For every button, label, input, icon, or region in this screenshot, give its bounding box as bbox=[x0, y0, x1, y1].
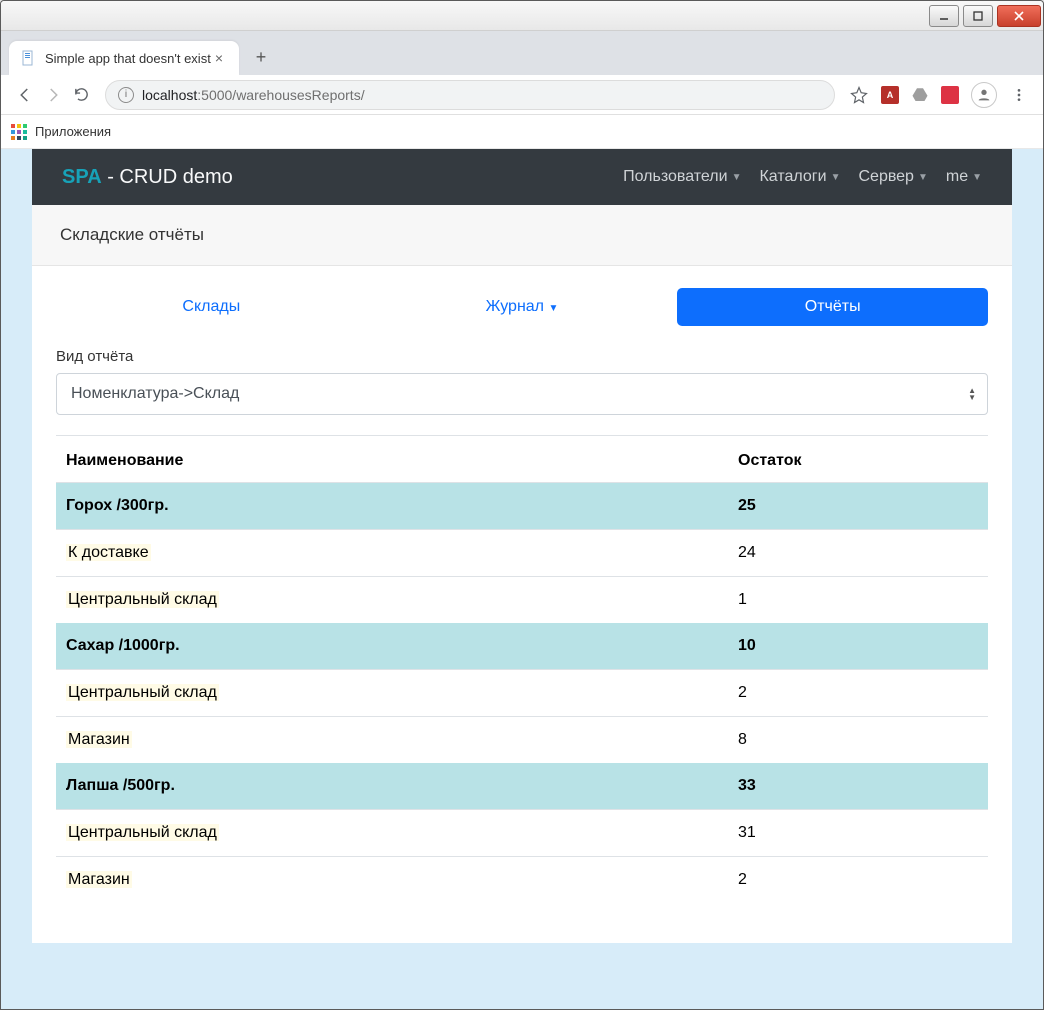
extension-red-icon[interactable] bbox=[941, 86, 959, 104]
reload-button[interactable] bbox=[67, 81, 95, 109]
report-type-select-wrap: Номенклатура->Склад ▲▼ bbox=[56, 373, 988, 415]
table-group-row: Горох /300гр.25 bbox=[56, 483, 988, 530]
app-brand[interactable]: SPA - CRUD demo bbox=[62, 166, 233, 189]
window-maximize-button[interactable] bbox=[963, 5, 993, 27]
browser-tab[interactable]: Simple app that doesn't exist × bbox=[9, 41, 239, 75]
profile-avatar-icon[interactable] bbox=[971, 82, 997, 108]
row-name: Магазин bbox=[56, 717, 728, 764]
nav-users-label: Пользователи bbox=[623, 168, 727, 186]
window-close-button[interactable] bbox=[997, 5, 1041, 27]
group-total: 10 bbox=[728, 623, 988, 670]
navbar-menu: Пользователи ▼ Каталоги ▼ Сервер ▼ me ▼ bbox=[623, 168, 982, 186]
nav-user-label: me bbox=[946, 168, 968, 186]
group-name: Сахар /1000гр. bbox=[56, 623, 728, 670]
report-type-select[interactable]: Номенклатура->Склад bbox=[56, 373, 988, 415]
divider bbox=[56, 435, 988, 436]
tab-favicon bbox=[21, 50, 37, 66]
group-total: 25 bbox=[728, 483, 988, 530]
apps-grid-icon bbox=[11, 124, 27, 140]
row-name: Магазин bbox=[56, 857, 728, 904]
brand-spa: SPA bbox=[62, 166, 102, 188]
window-minimize-button[interactable] bbox=[929, 5, 959, 27]
chevron-down-icon: ▼ bbox=[732, 172, 742, 183]
row-qty: 31 bbox=[728, 810, 988, 857]
window-titlebar bbox=[1, 1, 1043, 31]
nav-catalogs-label: Каталоги bbox=[759, 168, 826, 186]
nav-user-dropdown[interactable]: me ▼ bbox=[946, 168, 982, 186]
table-row: Центральный склад1 bbox=[56, 577, 988, 624]
group-total: 33 bbox=[728, 763, 988, 810]
browser-tab-strip: Simple app that doesn't exist × + bbox=[1, 31, 1043, 75]
col-qty-header: Остаток bbox=[728, 440, 988, 483]
chevron-down-icon: ▼ bbox=[972, 172, 982, 183]
row-name: Центральный склад bbox=[56, 670, 728, 717]
row-qty: 1 bbox=[728, 577, 988, 624]
tab-reports-label: Отчёты bbox=[805, 298, 861, 315]
report-type-label: Вид отчёта bbox=[56, 348, 988, 365]
tab-reports[interactable]: Отчёты bbox=[677, 288, 988, 326]
table-row: Магазин2 bbox=[56, 857, 988, 904]
apps-shortcut[interactable]: Приложения bbox=[11, 124, 111, 140]
tab-close-icon[interactable]: × bbox=[211, 50, 227, 66]
nav-catalogs-dropdown[interactable]: Каталоги ▼ bbox=[759, 168, 840, 186]
card-body: Склады Журнал ▼ Отчёты Вид отчёта Номенк… bbox=[32, 266, 1012, 943]
card-header: Складские отчёты bbox=[32, 205, 1012, 266]
bookmark-star-icon[interactable] bbox=[849, 85, 869, 105]
table-group-row: Сахар /1000гр.10 bbox=[56, 623, 988, 670]
report-type-value: Номенклатура->Склад bbox=[71, 385, 239, 403]
chevron-down-icon: ▼ bbox=[918, 172, 928, 183]
row-name: Центральный склад bbox=[56, 810, 728, 857]
group-name: Горох /300гр. bbox=[56, 483, 728, 530]
tab-warehouses[interactable]: Склады bbox=[56, 288, 367, 326]
extension-pdf-icon[interactable]: A bbox=[881, 86, 899, 104]
table-row: Магазин8 bbox=[56, 717, 988, 764]
window-frame: Simple app that doesn't exist × + i loca… bbox=[0, 0, 1044, 1010]
row-name: К доставке bbox=[56, 530, 728, 577]
page-viewport: SPA - CRUD demo Пользователи ▼ Каталоги ▼ … bbox=[1, 149, 1043, 1009]
back-button[interactable] bbox=[11, 81, 39, 109]
nav-server-label: Сервер bbox=[858, 168, 913, 186]
nav-users-dropdown[interactable]: Пользователи ▼ bbox=[623, 168, 741, 186]
url-host: localhost bbox=[142, 87, 197, 103]
col-name-header: Наименование bbox=[56, 440, 728, 483]
tab-title: Simple app that doesn't exist bbox=[45, 51, 211, 66]
report-table: Наименование Остаток Горох /300гр.25К до… bbox=[56, 440, 988, 903]
address-bar[interactable]: i localhost:5000/warehousesReports/ bbox=[105, 80, 835, 110]
tab-warehouses-label: Склады bbox=[182, 298, 240, 315]
table-header-row: Наименование Остаток bbox=[56, 440, 988, 483]
row-qty: 2 bbox=[728, 857, 988, 904]
group-name: Лапша /500гр. bbox=[56, 763, 728, 810]
new-tab-button[interactable]: + bbox=[247, 43, 275, 71]
page-container: SPA - CRUD demo Пользователи ▼ Каталоги ▼ … bbox=[32, 149, 1012, 943]
tab-journal[interactable]: Журнал ▼ bbox=[367, 288, 678, 326]
table-row: Центральный склад31 bbox=[56, 810, 988, 857]
browser-toolbar: i localhost:5000/warehousesReports/ A bbox=[1, 75, 1043, 115]
table-row: Центральный склад2 bbox=[56, 670, 988, 717]
row-name: Центральный склад bbox=[56, 577, 728, 624]
report-card: Складские отчёты Склады Журнал ▼ Отчёты … bbox=[32, 205, 1012, 943]
url-path: :5000/warehousesReports/ bbox=[197, 87, 364, 103]
chevron-down-icon: ▼ bbox=[548, 303, 558, 314]
nav-server-dropdown[interactable]: Сервер ▼ bbox=[858, 168, 927, 186]
brand-rest: - CRUD demo bbox=[102, 166, 233, 188]
apps-label: Приложения bbox=[35, 124, 111, 139]
row-qty: 24 bbox=[728, 530, 988, 577]
url-text: localhost:5000/warehousesReports/ bbox=[142, 87, 365, 103]
bookmarks-bar: Приложения bbox=[1, 115, 1043, 149]
select-arrows-icon: ▲▼ bbox=[968, 387, 976, 401]
row-qty: 2 bbox=[728, 670, 988, 717]
chevron-down-icon: ▼ bbox=[831, 172, 841, 183]
app-navbar: SPA - CRUD demo Пользователи ▼ Каталоги ▼ … bbox=[32, 149, 1012, 205]
tabs: Склады Журнал ▼ Отчёты bbox=[56, 288, 988, 326]
table-row: К доставке24 bbox=[56, 530, 988, 577]
extension-drive-icon[interactable] bbox=[911, 86, 929, 104]
browser-menu-icon[interactable] bbox=[1009, 85, 1029, 105]
tab-journal-label: Журнал bbox=[486, 298, 544, 315]
toolbar-right-icons: A bbox=[845, 82, 1033, 108]
row-qty: 8 bbox=[728, 717, 988, 764]
site-info-icon[interactable]: i bbox=[118, 87, 134, 103]
table-group-row: Лапша /500гр.33 bbox=[56, 763, 988, 810]
forward-button[interactable] bbox=[39, 81, 67, 109]
